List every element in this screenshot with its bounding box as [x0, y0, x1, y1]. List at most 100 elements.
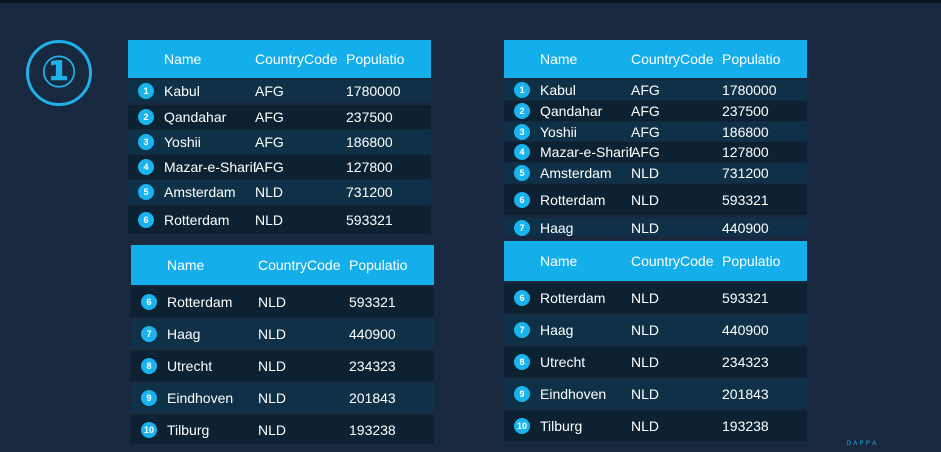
row-number-badge: 5 — [514, 165, 530, 181]
cell-name: Qandahar — [164, 109, 227, 125]
row-number-badge: 6 — [141, 294, 157, 310]
table-row: 6 Rotterdam NLD 593321 — [131, 287, 434, 317]
table-row: 6 Rotterdam NLD 593321 — [504, 184, 807, 215]
table-row: 5 Amsterdam NLD 731200 — [128, 180, 431, 204]
cell-countrycode: NLD — [258, 390, 287, 406]
table-row: 10 Tilburg NLD 193238 — [504, 411, 807, 441]
cell-countrycode: NLD — [255, 184, 284, 200]
table-header: Name CountryCode Population — [504, 40, 807, 78]
step-number-badge: ① — [26, 40, 92, 106]
cell-name: Tilburg — [540, 418, 583, 434]
row-number-badge: 5 — [138, 184, 154, 200]
cell-population: 1780000 — [346, 83, 401, 99]
cell-population: 201843 — [722, 386, 769, 402]
header-countrycode: CountryCode — [258, 257, 341, 273]
cell-population: 201843 — [349, 390, 396, 406]
header-countrycode: CountryCode — [631, 253, 714, 269]
table-header: Name CountryCode Population — [128, 40, 431, 78]
cell-population: 593321 — [349, 294, 396, 310]
cell-population: 237500 — [346, 109, 393, 125]
cell-population: 193238 — [722, 418, 769, 434]
table-row: 7 Haag NLD 440900 — [504, 218, 807, 236]
cell-population: 234323 — [722, 354, 769, 370]
row-number-badge: 9 — [141, 390, 157, 406]
header-name: Name — [540, 253, 578, 269]
cell-countrycode: NLD — [631, 165, 660, 181]
table-row: 10 Tilburg NLD 193238 — [131, 415, 434, 444]
row-number-badge: 6 — [138, 212, 154, 228]
row-number-badge: 8 — [514, 354, 530, 370]
cell-population: 593321 — [722, 290, 769, 306]
table-row: 1 Kabul AFG 1780000 — [504, 80, 807, 100]
row-number-badge: 7 — [514, 322, 530, 338]
cell-name: Qandahar — [540, 103, 603, 119]
table-row: 7 Haag NLD 440900 — [131, 319, 434, 349]
table-row: 8 Utrecht NLD 234323 — [504, 347, 807, 377]
cell-population: 593321 — [722, 192, 769, 208]
cell-name: Yoshii — [540, 124, 577, 140]
header-name: Name — [167, 257, 205, 273]
cell-name: Utrecht — [540, 354, 586, 370]
table-row: 4 Mazar-e-Sharif AFG 127800 — [128, 155, 431, 179]
cell-name: Rotterdam — [540, 290, 606, 306]
cell-countrycode: NLD — [631, 322, 660, 338]
cell-name: Haag — [167, 326, 201, 342]
row-number-badge: 3 — [138, 134, 154, 150]
cell-population: 440900 — [722, 322, 769, 338]
table-row: 1 Kabul AFG 1780000 — [128, 80, 431, 102]
cell-countrycode: NLD — [258, 294, 287, 310]
cell-population: 440900 — [349, 326, 396, 342]
cell-name: Kabul — [540, 82, 576, 98]
table-row: 4 Mazar-e-Sharif AFG 127800 — [504, 142, 807, 162]
cell-countrycode: NLD — [255, 212, 284, 228]
table-header: Name CountryCode Population — [131, 245, 434, 285]
table-row: 6 Rotterdam NLD 593321 — [504, 283, 807, 313]
data-table: Name CountryCode Population 6 Rotterdam NLD 59… — [131, 245, 434, 444]
data-table: Name CountryCode Population 6 Rotterdam NLD 59… — [504, 241, 807, 441]
cell-population: 127800 — [346, 159, 393, 175]
cell-countrycode: AFG — [255, 109, 284, 125]
row-number-badge: 6 — [514, 290, 530, 306]
cell-countrycode: AFG — [631, 144, 660, 160]
row-number-badge: 6 — [514, 192, 530, 208]
cell-population: 1780000 — [722, 82, 777, 98]
cell-population: 234323 — [349, 358, 396, 374]
data-table: Name CountryCode Population 1 Kabul AFG 178000… — [504, 40, 807, 236]
table-row: 3 Yoshii AFG 186800 — [504, 122, 807, 141]
header-population: Population — [346, 51, 404, 67]
header-name: Name — [164, 51, 202, 67]
cell-name: Tilburg — [167, 422, 210, 438]
cell-population: 186800 — [346, 134, 393, 150]
cell-population: 440900 — [722, 220, 769, 236]
row-number-badge: 7 — [141, 326, 157, 342]
cell-name: Yoshii — [164, 134, 201, 150]
cell-countrycode: AFG — [255, 159, 284, 175]
cell-name: Haag — [540, 220, 574, 236]
cell-population: 731200 — [346, 184, 393, 200]
header-countrycode: CountryCode — [255, 51, 338, 67]
cell-population: 193238 — [349, 422, 396, 438]
table-row: 9 Eindhoven NLD 201843 — [131, 383, 434, 413]
cell-name: Eindhoven — [167, 390, 234, 406]
row-number-badge: 7 — [514, 220, 530, 236]
row-number-badge: 3 — [514, 124, 530, 140]
row-number-badge: 2 — [514, 103, 530, 119]
cell-countrycode: NLD — [631, 354, 660, 370]
cell-countrycode: NLD — [258, 422, 287, 438]
table-row: 6 Rotterdam NLD 593321 — [128, 206, 431, 234]
table-row: 9 Eindhoven NLD 201843 — [504, 379, 807, 409]
cell-name: Eindhoven — [540, 386, 607, 402]
cell-countrycode: NLD — [258, 326, 287, 342]
cell-countrycode: AFG — [631, 103, 660, 119]
cell-countrycode: NLD — [631, 290, 660, 306]
row-number-badge: 1 — [514, 82, 530, 98]
row-number-badge: 10 — [514, 418, 530, 434]
table-row: 3 Yoshii AFG 186800 — [128, 130, 431, 154]
cell-countrycode: NLD — [631, 386, 660, 402]
header-population: Population — [722, 253, 780, 269]
cell-countrycode: AFG — [255, 83, 284, 99]
table-row: 2 Qandahar AFG 237500 — [128, 105, 431, 129]
cell-countrycode: NLD — [631, 418, 660, 434]
row-number-badge: 8 — [141, 358, 157, 374]
data-table: Name CountryCode Population 1 Kabul AFG 178000… — [128, 40, 431, 237]
